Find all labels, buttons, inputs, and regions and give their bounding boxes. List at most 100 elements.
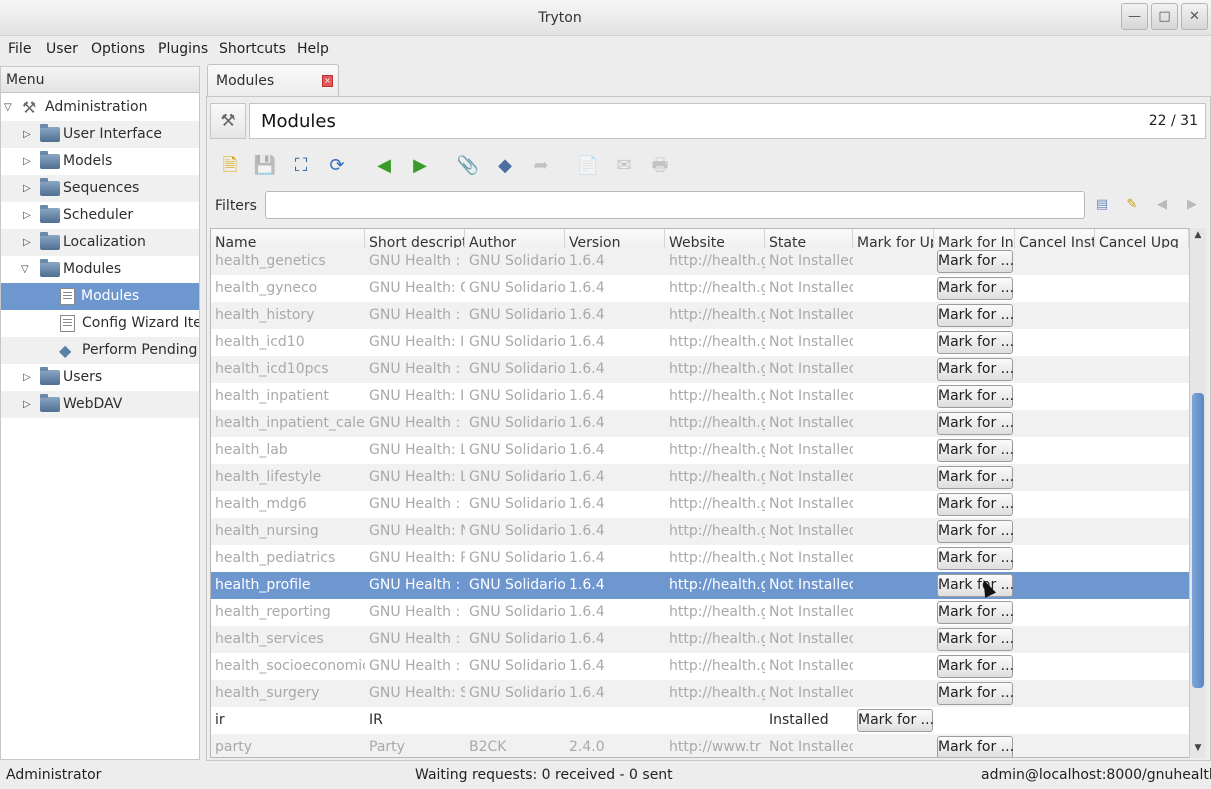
table-row[interactable]: health_mdg6 GNU Health : I GNU Solidario 1.…: [211, 491, 1189, 518]
mark-for-install-button[interactable]: Mark for ...: [937, 493, 1014, 516]
table-row[interactable]: health_icd10pcs GNU Health : I GNU Solidar…: [211, 356, 1189, 383]
table-row[interactable]: health_socioeconomics GNU Health : S GNU S…: [211, 653, 1189, 680]
table-row[interactable]: health_pediatrics GNU Health: P GNU Solida…: [211, 545, 1189, 572]
sidebar-item-models[interactable]: ▷ Models: [1, 148, 199, 175]
collapsed-arrow-icon[interactable]: ▷: [23, 229, 31, 256]
table-row[interactable]: health_surgery GNU Health: S GNU Solidario…: [211, 680, 1189, 707]
switch-view-icon[interactable]: ⛶: [289, 154, 313, 178]
previous-icon[interactable]: ◀: [372, 154, 396, 178]
table-row[interactable]: health_services GNU Health : I GNU Solidar…: [211, 626, 1189, 653]
sidebar-item-modules-folder[interactable]: ▽ Modules: [1, 256, 199, 283]
mark-for-install-button[interactable]: Mark for ...: [937, 547, 1014, 570]
form-icon-button[interactable]: ⚒: [210, 103, 246, 139]
table-row[interactable]: health_gyneco GNU Health: G GNU Solidario 1…: [211, 275, 1189, 302]
table-row[interactable]: health_history GNU Health : H GNU Solidari…: [211, 302, 1189, 329]
table-row[interactable]: party Party B2CK 2.4.0 http://www.tr Not Inst…: [211, 734, 1189, 757]
filter-next-icon[interactable]: ▶: [1183, 196, 1201, 214]
relate-icon[interactable]: ➦: [529, 154, 553, 178]
folder-icon: [40, 394, 60, 412]
menu-plugins[interactable]: Plugins: [158, 41, 208, 57]
mark-for-install-button[interactable]: Mark for ...: [937, 277, 1014, 300]
mark-for-install-button[interactable]: Mark for ...: [937, 250, 1014, 273]
sidebar-item-localization[interactable]: ▷ Localization: [1, 229, 199, 256]
menu-user[interactable]: User: [46, 41, 78, 57]
table-row[interactable]: health_lab GNU Health: L GNU Solidario 1.6.…: [211, 437, 1189, 464]
cell-state: Not Installed: [769, 469, 853, 485]
sidebar-item-administration[interactable]: ▽ ⚒ Administration: [1, 94, 199, 121]
sidebar-item-modules[interactable]: Modules: [1, 283, 199, 310]
expanded-arrow-icon[interactable]: ▽: [4, 94, 12, 121]
scrollbar-thumb[interactable]: [1192, 393, 1204, 688]
sidebar-item-config-wizard[interactable]: Config Wizard Ite: [1, 310, 199, 337]
new-icon[interactable]: 🗎: [218, 154, 242, 178]
table-row[interactable]: health_icd10 GNU Health: I GNU Solidario 1.…: [211, 329, 1189, 356]
email-icon[interactable]: ✉: [612, 154, 636, 178]
collapsed-arrow-icon[interactable]: ▷: [23, 121, 31, 148]
wrench-icon: ⚒: [220, 111, 236, 131]
cell-website: http://health.g: [669, 577, 765, 593]
table-row[interactable]: ir IR Installed Mark for ...: [211, 707, 1189, 734]
cell-author: GNU Solidario: [469, 658, 565, 674]
cell-name: health_icd10: [215, 334, 305, 350]
cell-website: http://www.tr: [669, 739, 761, 755]
mark-for-install-button[interactable]: Mark for ...: [937, 601, 1014, 624]
table-row[interactable]: health_inpatient GNU Health: I GNU Solidar…: [211, 383, 1189, 410]
mark-for-install-button[interactable]: Mark for ...: [937, 412, 1014, 435]
collapsed-arrow-icon[interactable]: ▷: [23, 364, 31, 391]
sidebar-item-perform-pending[interactable]: ◆ Perform Pending I: [1, 337, 199, 364]
print-icon[interactable]: 🖶: [648, 154, 672, 178]
sidebar-item-webdav[interactable]: ▷ WebDAV: [1, 391, 199, 418]
table-row[interactable]: health_nursing GNU Health: N GNU Solidario…: [211, 518, 1189, 545]
bookmark-icon[interactable]: ▤: [1093, 196, 1111, 214]
table-row[interactable]: health_genetics GNU Health : G GNU Solidar…: [211, 248, 1189, 275]
sidebar-item-label: Localization: [63, 234, 146, 250]
table-row[interactable]: health_reporting GNU Health : I GNU Solida…: [211, 599, 1189, 626]
collapsed-arrow-icon[interactable]: ▷: [23, 148, 31, 175]
table-row[interactable]: health_lifestyle GNU Health: L GNU Solidar…: [211, 464, 1189, 491]
sidebar-item-users[interactable]: ▷ Users: [1, 364, 199, 391]
search-filter-input[interactable]: [265, 191, 1085, 219]
mark-for-install-button[interactable]: Mark for ...: [937, 520, 1014, 543]
mark-for-install-button[interactable]: Mark for ...: [937, 331, 1014, 354]
filter-previous-icon[interactable]: ◀: [1153, 196, 1171, 214]
mark-for-install-button[interactable]: Mark for ...: [937, 439, 1014, 462]
mark-for-install-button[interactable]: Mark for ...: [937, 628, 1014, 651]
collapsed-arrow-icon[interactable]: ▷: [23, 391, 31, 418]
mark-for-install-button[interactable]: Mark for ...: [937, 358, 1014, 381]
action-icon[interactable]: ◆: [493, 154, 517, 178]
sidebar-header[interactable]: Menu: [1, 67, 199, 93]
mark-for-install-button[interactable]: Mark for ...: [937, 655, 1014, 678]
reload-icon[interactable]: ⟳: [325, 154, 349, 178]
mark-for-install-button[interactable]: Mark for ...: [937, 574, 1014, 597]
scroll-down-icon[interactable]: ▼: [1192, 743, 1204, 757]
menu-shortcuts[interactable]: Shortcuts: [219, 41, 286, 57]
close-tab-icon[interactable]: ×: [322, 75, 333, 87]
collapsed-arrow-icon[interactable]: ▷: [23, 202, 31, 229]
report-icon[interactable]: 📄: [576, 154, 600, 178]
table-row[interactable]: health_inpatient_calen GNU Health : I GNU …: [211, 410, 1189, 437]
maximize-button[interactable]: □: [1151, 3, 1178, 30]
clear-filter-icon[interactable]: ✎: [1123, 196, 1141, 214]
close-window-button[interactable]: ✕: [1181, 3, 1208, 30]
collapsed-arrow-icon[interactable]: ▷: [23, 175, 31, 202]
sidebar-item-scheduler[interactable]: ▷ Scheduler: [1, 202, 199, 229]
sidebar-item-user-interface[interactable]: ▷ User Interface: [1, 121, 199, 148]
tab-modules[interactable]: Modules ×: [207, 64, 339, 96]
next-icon[interactable]: ▶: [408, 154, 432, 178]
menu-options[interactable]: Options: [91, 41, 145, 57]
minimize-button[interactable]: —: [1121, 3, 1148, 30]
mark-for-install-button[interactable]: Mark for ...: [937, 682, 1014, 705]
expanded-arrow-icon[interactable]: ▽: [21, 256, 29, 283]
mark-for-install-button[interactable]: Mark for ...: [937, 385, 1014, 408]
save-icon[interactable]: 💾: [253, 154, 277, 178]
scroll-up-icon[interactable]: ▲: [1192, 230, 1204, 244]
mark-for-install-button[interactable]: Mark for ...: [937, 304, 1014, 327]
mark-for-install-button[interactable]: Mark for ...: [937, 736, 1014, 757]
attachment-icon[interactable]: 📎: [456, 154, 480, 178]
sidebar-item-sequences[interactable]: ▷ Sequences: [1, 175, 199, 202]
mark-for-install-button[interactable]: Mark for ...: [937, 466, 1014, 489]
table-row[interactable]: health_profile GNU Health : I GNU Solidari…: [211, 572, 1189, 599]
menu-file[interactable]: File: [8, 41, 31, 57]
menu-help[interactable]: Help: [297, 41, 329, 57]
mark-for-upgrade-button[interactable]: Mark for ...: [857, 709, 934, 732]
